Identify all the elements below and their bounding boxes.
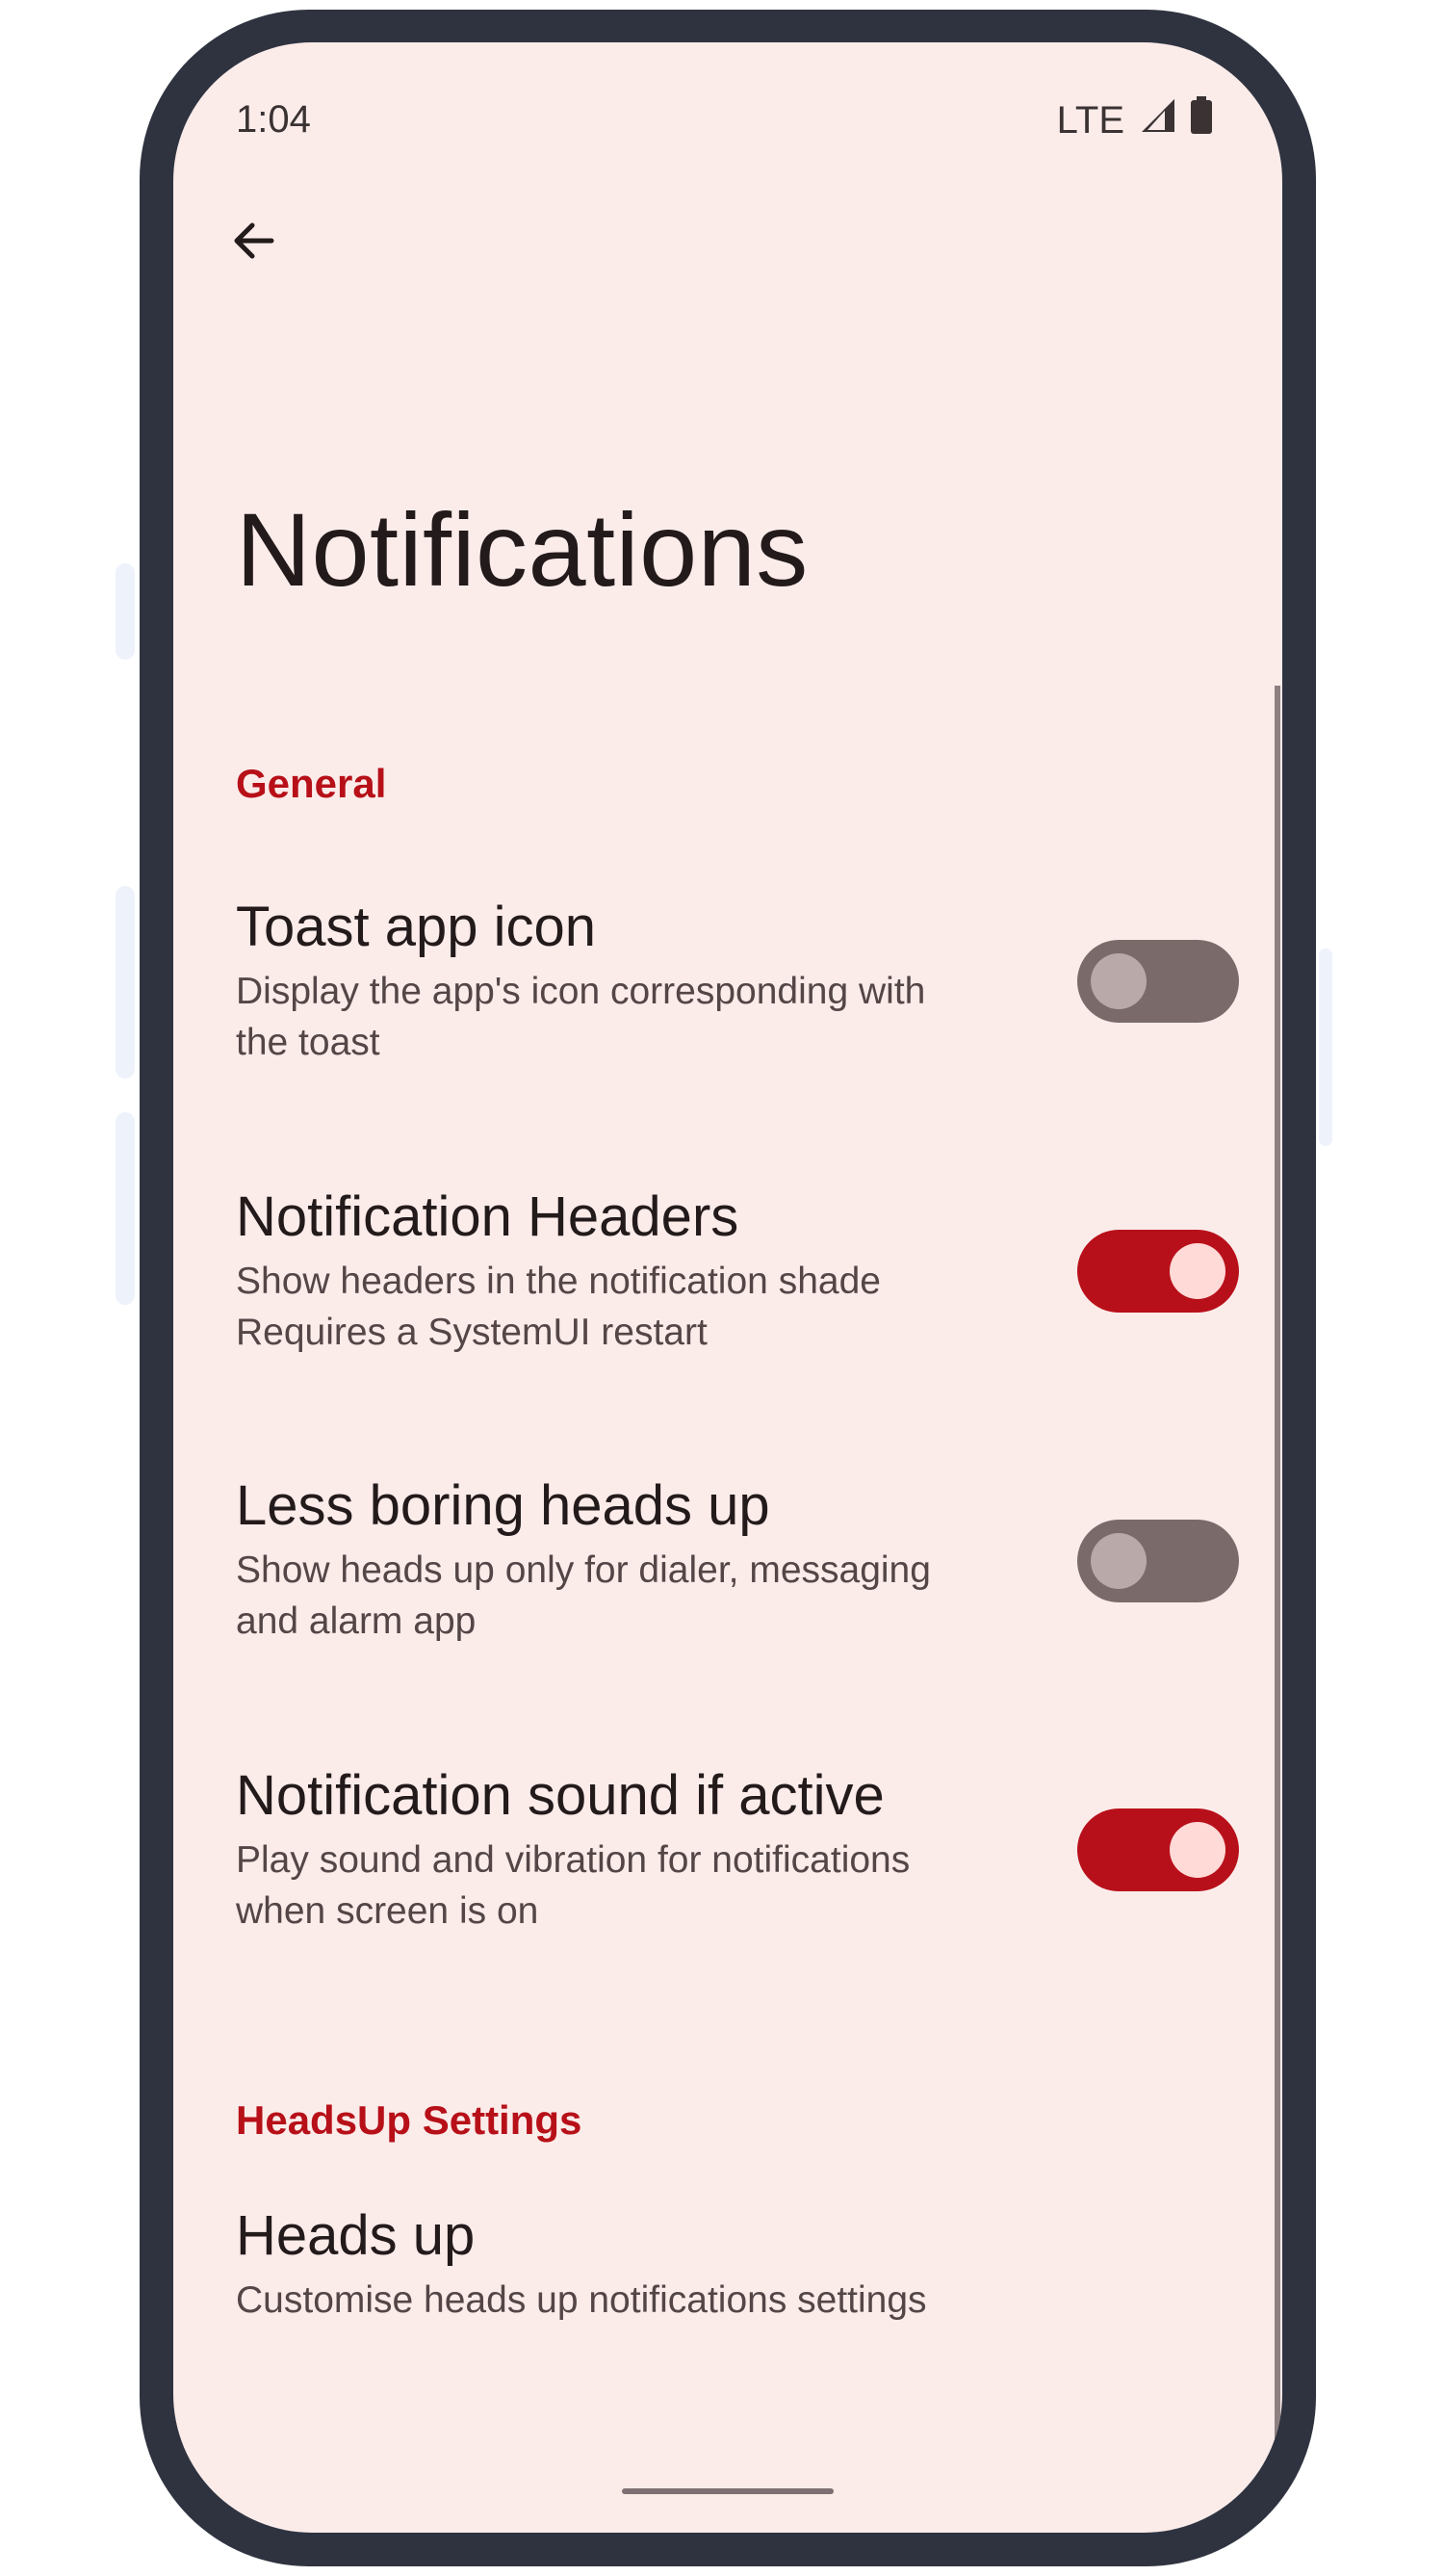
device-side-button [116, 563, 135, 660]
back-button[interactable] [216, 202, 293, 279]
scrollbar[interactable] [1275, 686, 1280, 2448]
section-header-general: General [236, 761, 387, 806]
setting-subtitle: Show heads up only for dialer, messaging… [236, 1549, 931, 1642]
toggle-thumb [1170, 1822, 1225, 1878]
home-indicator[interactable] [622, 2488, 834, 2494]
back-arrow-icon [234, 222, 274, 259]
toggle-thumb [1091, 953, 1147, 1009]
notification-sound-if-active-toggle[interactable] [1077, 1808, 1239, 1891]
toast-app-icon-toggle[interactable] [1077, 940, 1239, 1023]
setting-heads-up[interactable]: Heads up Customise heads up notification… [236, 2203, 1256, 2326]
setting-subtitle: Play sound and vibration for notificatio… [236, 1839, 911, 1932]
setting-title: Heads up [236, 2204, 476, 2267]
toggle-thumb [1091, 1533, 1147, 1589]
signal-icon [1138, 97, 1176, 143]
status-time: 1:04 [236, 98, 311, 141]
toggle-thumb [1170, 1243, 1225, 1299]
less-boring-heads-up-toggle[interactable] [1077, 1520, 1239, 1602]
setting-subtitle: Show headers in the notification shade R… [236, 1261, 881, 1353]
status-bar-right: LTE [1057, 96, 1213, 144]
setting-subtitle: Customise heads up notifications setting… [236, 2279, 927, 2321]
setting-subtitle: Display the app's icon corresponding wit… [236, 971, 926, 1063]
notification-headers-toggle[interactable] [1077, 1230, 1239, 1313]
battery-icon [1190, 96, 1213, 144]
device-side-button [1319, 949, 1332, 1146]
network-type: LTE [1056, 98, 1124, 142]
phone-frame: 1:04 LTE Notifications General Toast app… [140, 10, 1316, 2566]
device-side-button [116, 1112, 135, 1305]
section-header-headsup-settings: HeadsUp Settings [236, 2097, 582, 2143]
page-title: Notifications [236, 491, 809, 608]
screen: 1:04 LTE Notifications General Toast app… [173, 42, 1282, 2533]
device-side-button [116, 886, 135, 1079]
